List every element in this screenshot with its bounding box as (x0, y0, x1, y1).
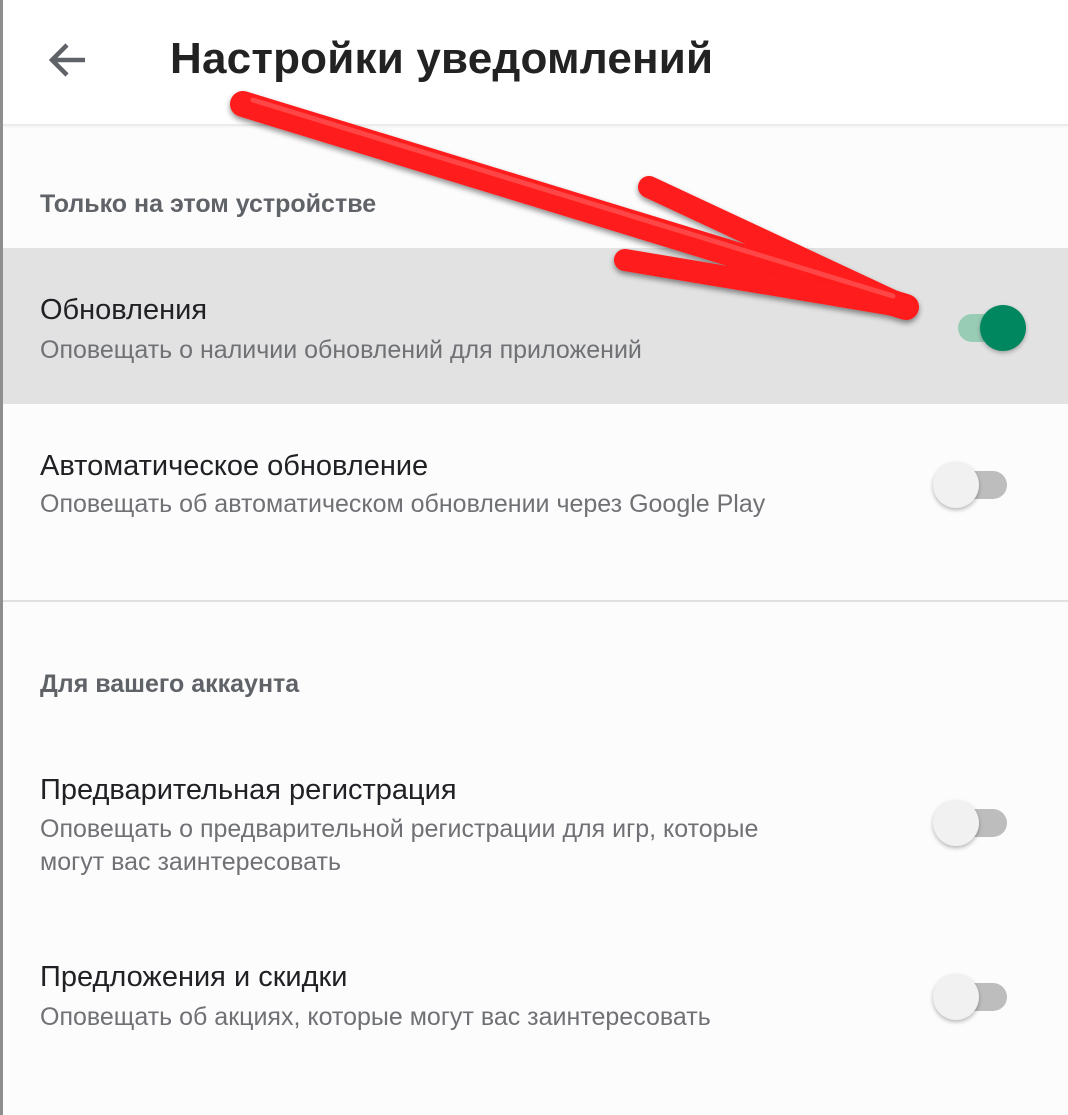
toggle-thumb (933, 462, 979, 508)
section-divider (3, 600, 1068, 602)
setting-subtitle: Оповещать о наличии обновлений для прило… (40, 336, 642, 364)
setting-title: Предварительная регистрация (40, 774, 457, 806)
setting-row-updates[interactable]: Обновления Оповещать о наличии обновлени… (3, 248, 1068, 404)
section-header-account: Для вашего аккаунта (40, 670, 300, 698)
toggle-thumb (933, 800, 979, 846)
arrow-back-icon (48, 43, 85, 77)
toggle-thumb (933, 974, 979, 1020)
setting-row-pre-registration[interactable]: Предварительная регистрация Оповещать о … (3, 740, 1068, 910)
setting-subtitle-line2: могут вас заинтересовать (40, 848, 341, 876)
app-bar: Настройки уведомлений (3, 0, 1068, 126)
setting-title: Автоматическое обновление (40, 450, 429, 482)
section-header-this-device: Только на этом устройстве (40, 190, 377, 218)
pre-registration-toggle[interactable] (933, 796, 1013, 848)
setting-subtitle: Оповещать об акциях, которые могут вас з… (40, 1003, 711, 1031)
setting-row-offers[interactable]: Предложения и скидки Оповещать об акциях… (3, 930, 1068, 1070)
back-button[interactable] (37, 30, 97, 90)
toggle-thumb (980, 305, 1026, 351)
setting-subtitle-line1: Оповещать о предварительной регистрации … (40, 815, 759, 843)
notification-settings-screen: Настройки уведомлений Только на этом уст… (0, 0, 1068, 1115)
updates-toggle[interactable] (950, 301, 1030, 353)
setting-row-auto-update[interactable]: Автоматическое обновление Оповещать об а… (3, 404, 1068, 600)
offers-toggle[interactable] (933, 970, 1013, 1022)
setting-title: Предложения и скидки (40, 961, 348, 993)
setting-subtitle: Оповещать об автоматическом обновлении ч… (40, 490, 766, 518)
page-title: Настройки уведомлений (170, 34, 714, 83)
auto-update-toggle[interactable] (933, 458, 1013, 510)
setting-title: Обновления (40, 294, 208, 326)
